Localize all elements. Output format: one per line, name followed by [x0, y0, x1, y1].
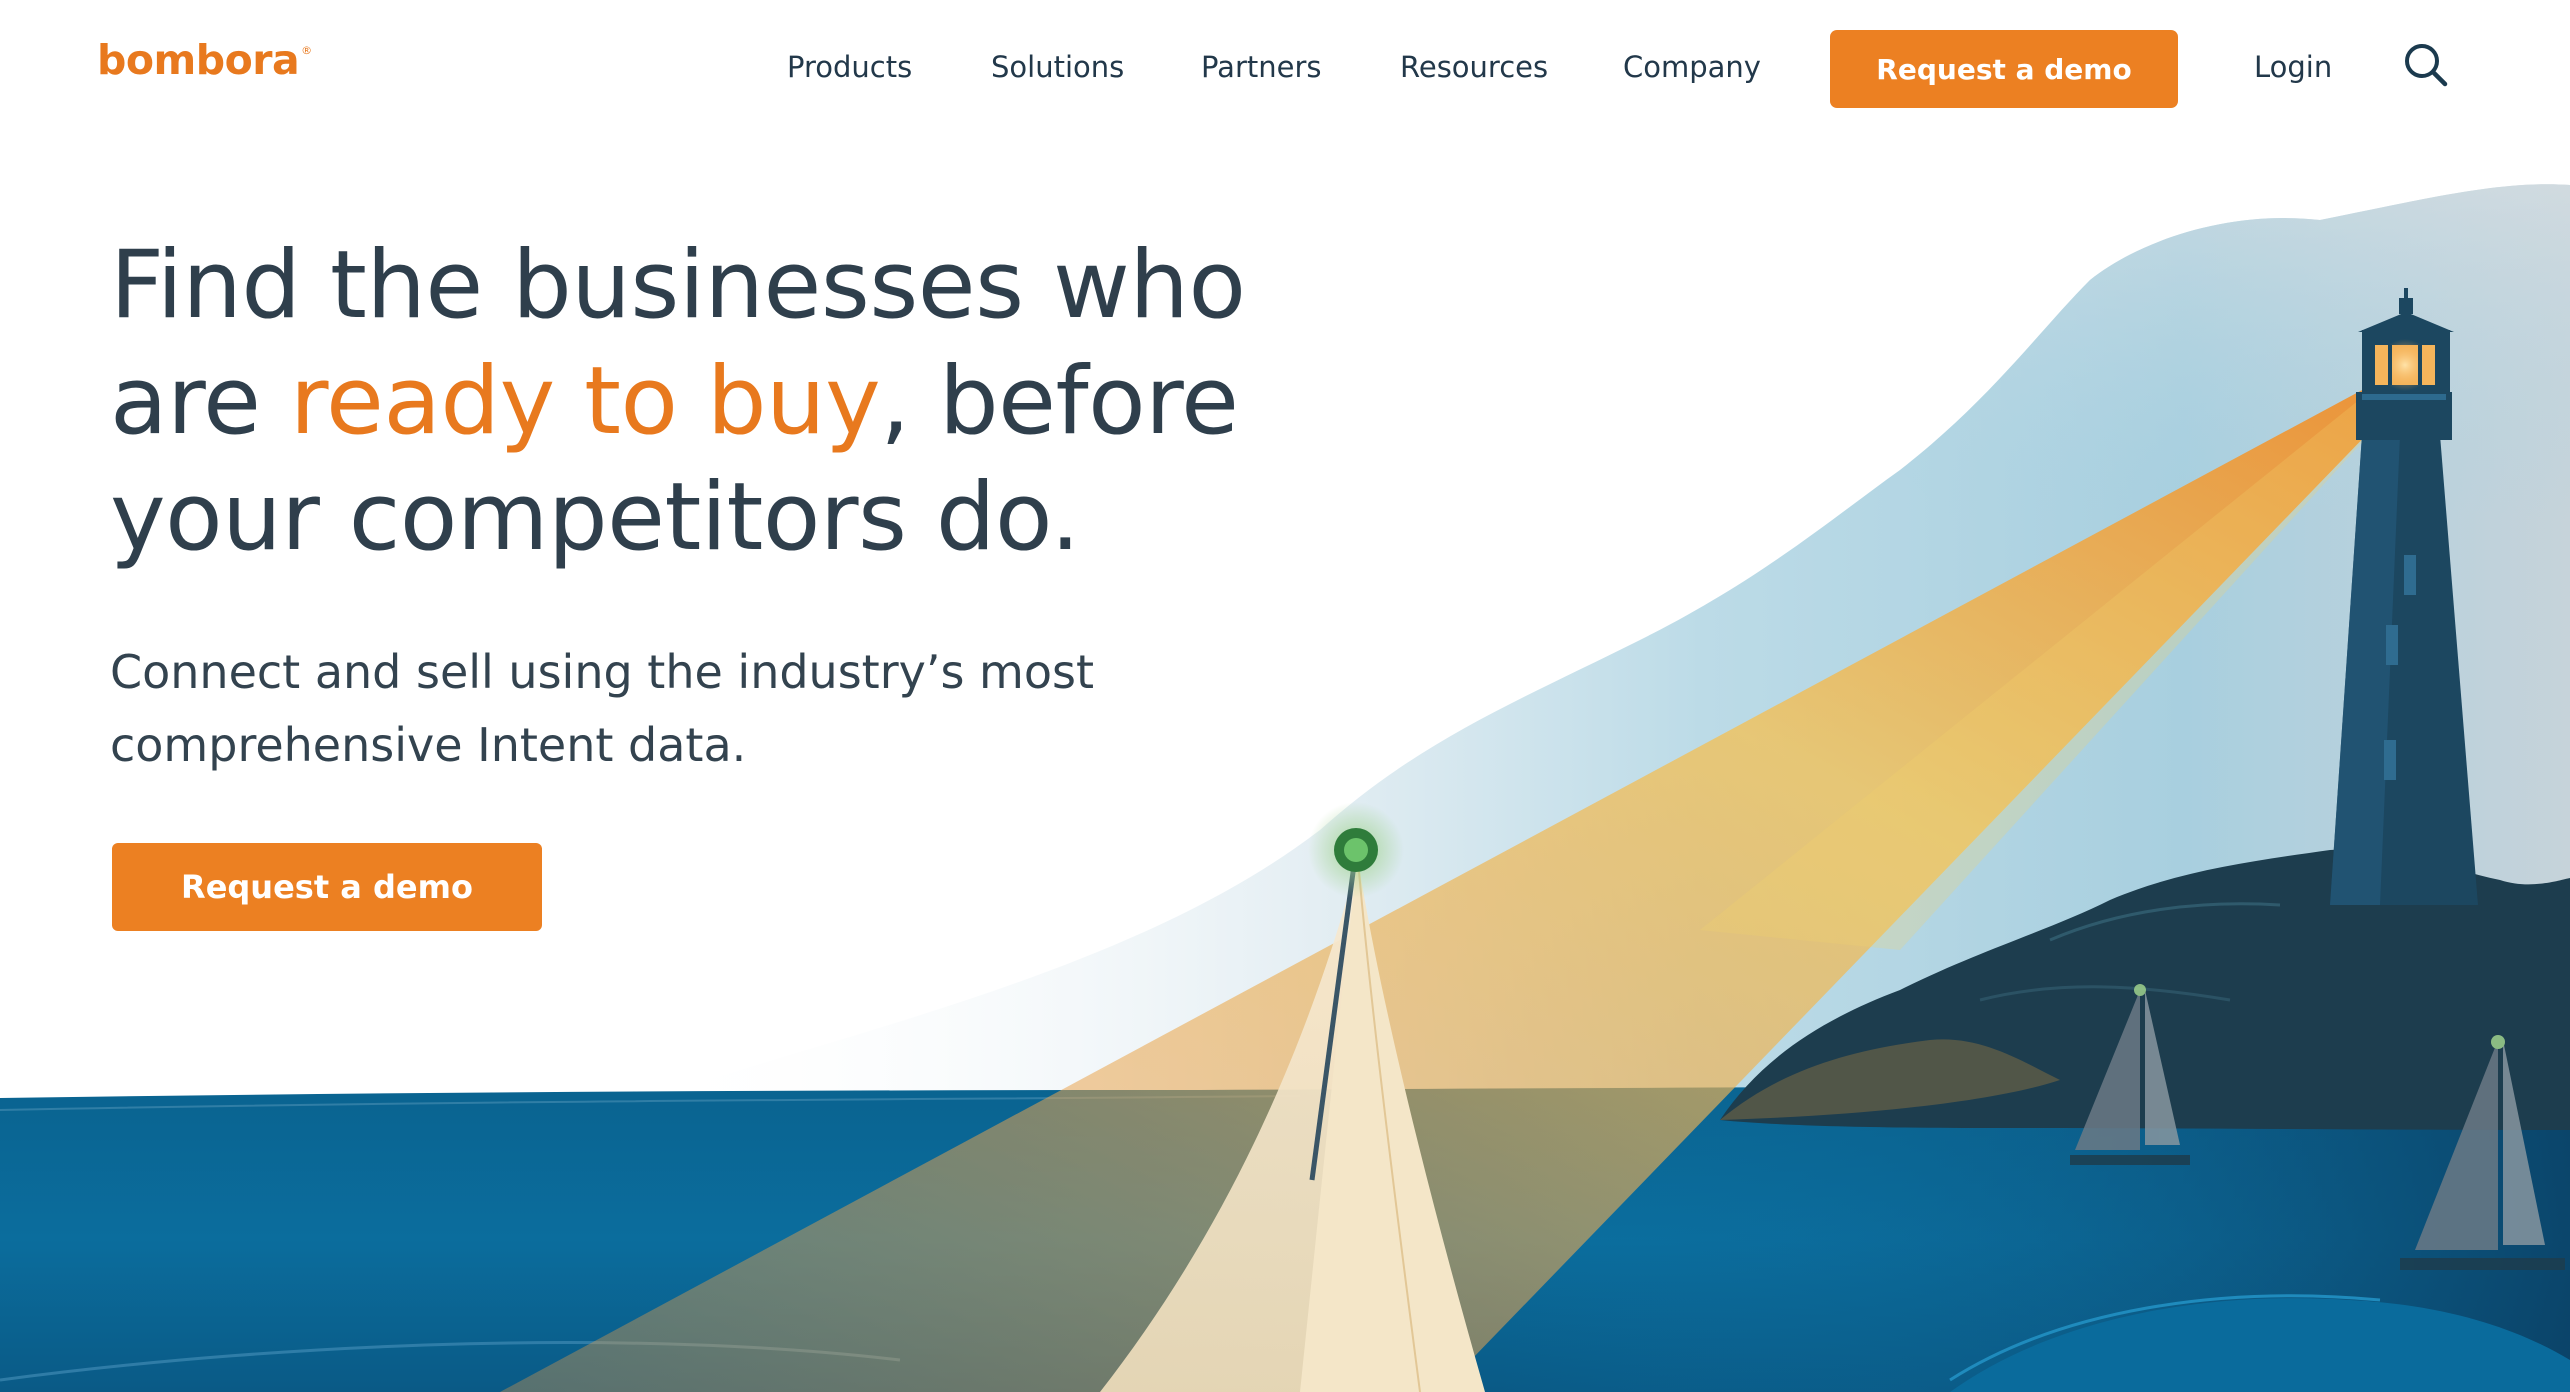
- bombora-logo[interactable]: bombora ®: [97, 36, 312, 84]
- headline-accent: ready to buy: [289, 347, 881, 456]
- registered-mark: ®: [301, 44, 312, 57]
- nav-solutions[interactable]: Solutions: [991, 50, 1124, 84]
- page: bombora ® Products Solutions Partners Res…: [0, 0, 2570, 1392]
- hero-subheadline: Connect and sell using the industry’s mo…: [110, 645, 1095, 772]
- logo-text: bombora: [97, 36, 300, 84]
- nav-company[interactable]: Company: [1623, 50, 1761, 84]
- nav-partners[interactable]: Partners: [1201, 50, 1322, 84]
- nav-products[interactable]: Products: [787, 50, 912, 84]
- header-request-demo-button[interactable]: Request a demo: [1830, 30, 2178, 108]
- login-link[interactable]: Login: [2254, 50, 2332, 84]
- hero-request-demo-button[interactable]: Request a demo: [112, 843, 542, 931]
- search-icon[interactable]: [2403, 42, 2449, 88]
- site-header: bombora ® Products Solutions Partners Res…: [0, 0, 2570, 140]
- hero-headline: Find the businesses who are ready to buy…: [110, 228, 1290, 576]
- nav-resources[interactable]: Resources: [1400, 50, 1548, 84]
